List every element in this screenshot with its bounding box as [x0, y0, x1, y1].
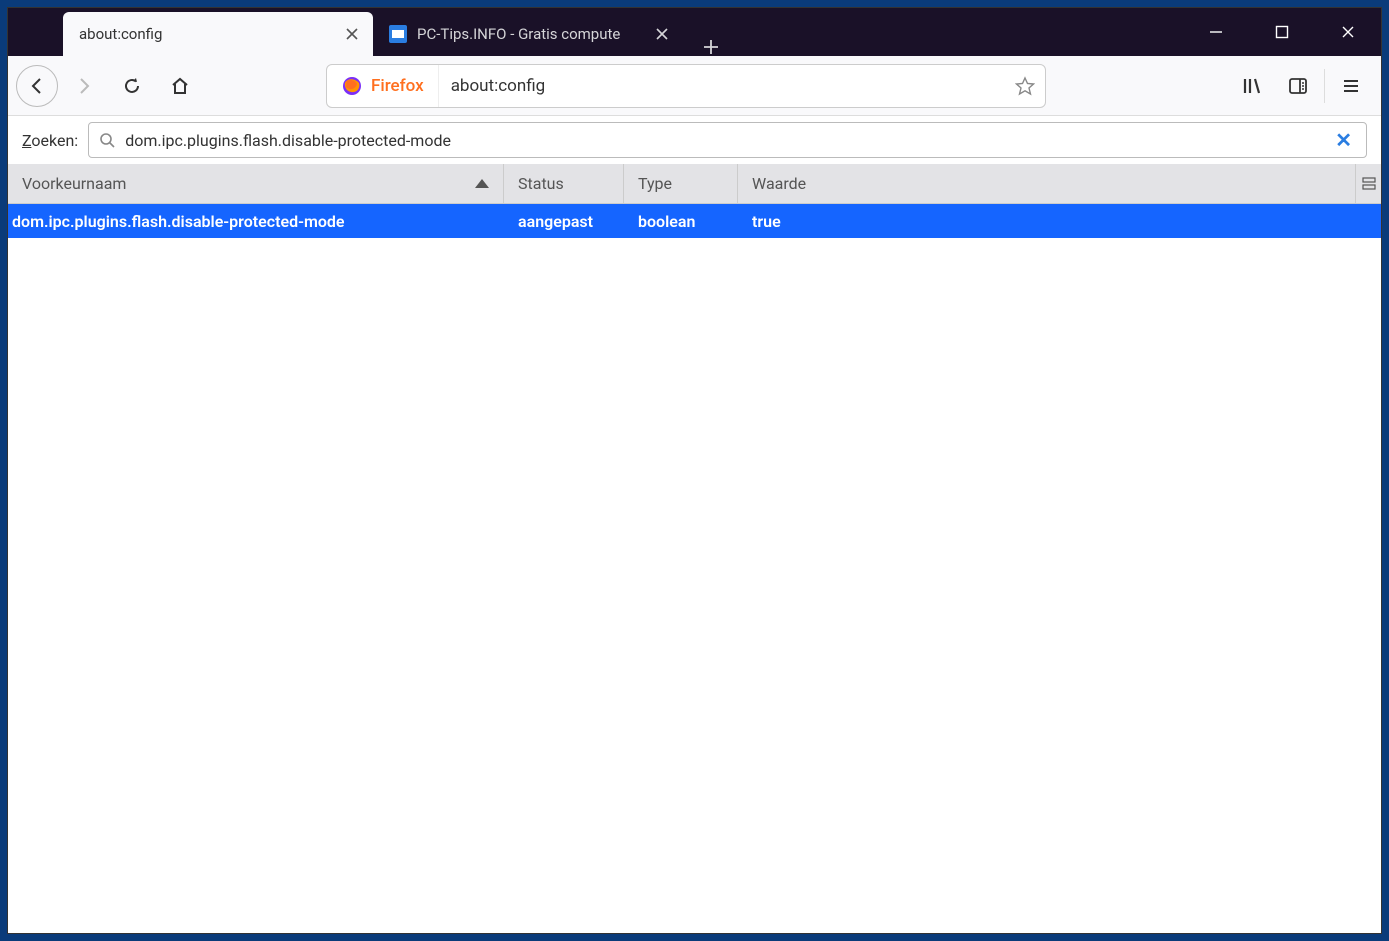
pref-name: dom.ipc.plugins.flash.disable-protected-…	[8, 212, 504, 231]
pref-status: aangepast	[504, 212, 624, 231]
titlebar: about:config PC-Tips.INFO - Gratis compu…	[8, 8, 1381, 56]
url-text: about:config	[439, 76, 1005, 96]
menu-icon[interactable]	[1329, 64, 1373, 108]
column-picker-icon[interactable]	[1355, 164, 1381, 203]
table-row[interactable]: dom.ipc.plugins.flash.disable-protected-…	[8, 204, 1381, 238]
window-controls	[1183, 8, 1381, 56]
search-label: Zoeken:	[22, 131, 78, 150]
tab-about-config[interactable]: about:config	[63, 12, 373, 56]
minimize-button[interactable]	[1183, 8, 1249, 56]
toolbar-end	[1230, 64, 1373, 108]
reload-button[interactable]	[110, 64, 154, 108]
tab-pc-tips[interactable]: PC-Tips.INFO - Gratis compute	[373, 12, 683, 56]
firefox-icon	[341, 75, 363, 97]
pref-value: true	[738, 212, 1381, 231]
close-button[interactable]	[1315, 8, 1381, 56]
prefs-table-header: Voorkeurnaam Status Type Waarde	[8, 164, 1381, 204]
clear-icon[interactable]: ✕	[1331, 128, 1356, 152]
home-button[interactable]	[158, 64, 202, 108]
column-header-status[interactable]: Status	[504, 164, 624, 203]
search-icon	[99, 132, 115, 148]
sidebar-icon[interactable]	[1276, 64, 1320, 108]
search-row: Zoeken: ✕	[8, 116, 1381, 164]
tab-label: PC-Tips.INFO - Gratis compute	[417, 25, 643, 43]
pref-type: boolean	[624, 212, 738, 231]
library-icon[interactable]	[1230, 64, 1274, 108]
url-bar[interactable]: Firefox about:config	[326, 64, 1046, 108]
identity-label: Firefox	[371, 76, 424, 96]
tabs-area: about:config PC-Tips.INFO - Gratis compu…	[8, 8, 1183, 56]
sort-ascending-icon	[475, 179, 489, 188]
content-area	[8, 238, 1381, 933]
browser-window: about:config PC-Tips.INFO - Gratis compu…	[7, 7, 1382, 934]
nav-toolbar: Firefox about:config	[8, 56, 1381, 116]
column-header-value[interactable]: Waarde	[738, 164, 1355, 203]
close-icon[interactable]	[653, 25, 671, 43]
back-button[interactable]	[16, 65, 58, 107]
identity-box[interactable]: Firefox	[327, 65, 439, 107]
search-box[interactable]: ✕	[88, 122, 1367, 158]
bookmark-star-icon[interactable]	[1005, 76, 1045, 96]
forward-button[interactable]	[62, 64, 106, 108]
separator	[1324, 69, 1325, 103]
site-favicon-icon	[389, 25, 407, 43]
maximize-button[interactable]	[1249, 8, 1315, 56]
close-icon[interactable]	[343, 25, 361, 43]
newtab-button[interactable]	[691, 38, 731, 56]
column-header-name[interactable]: Voorkeurnaam	[8, 164, 504, 203]
search-input[interactable]	[125, 131, 1331, 150]
tab-label: about:config	[79, 25, 333, 43]
column-header-type[interactable]: Type	[624, 164, 738, 203]
